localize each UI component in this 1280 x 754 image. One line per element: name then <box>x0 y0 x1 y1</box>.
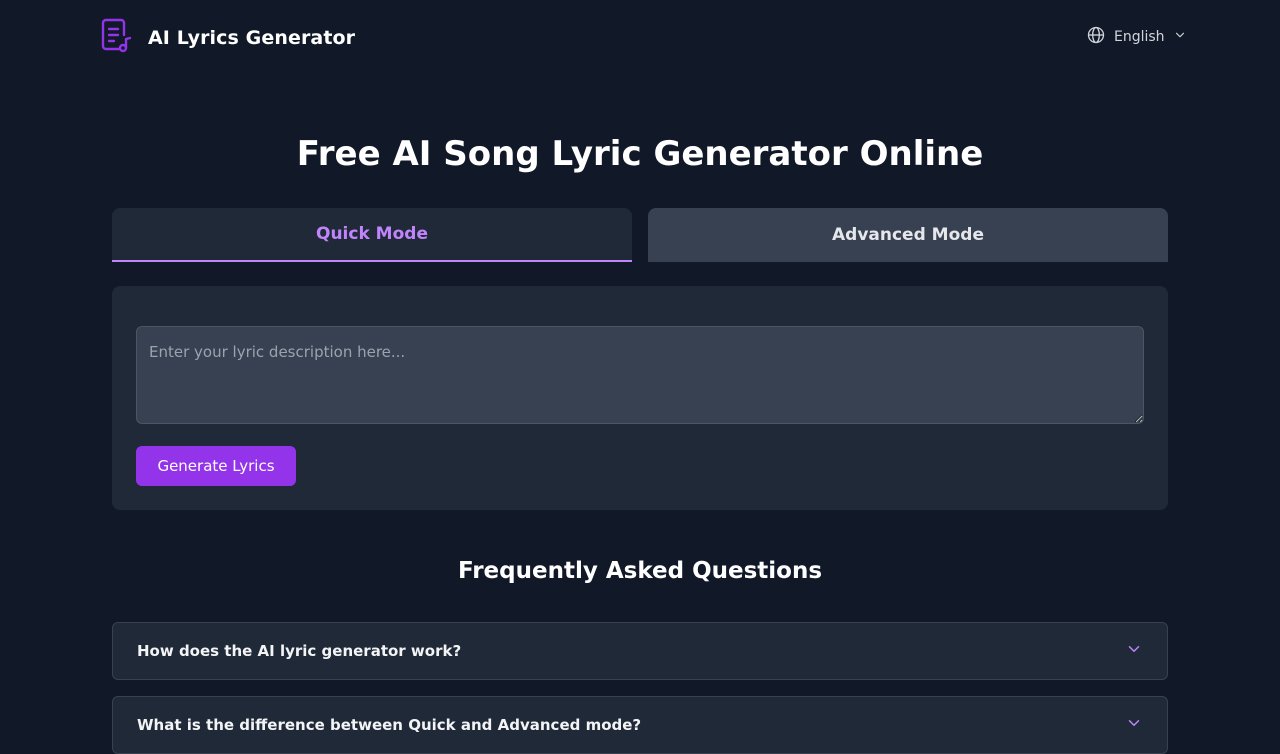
faq-item[interactable]: What is the difference between Quick and… <box>112 696 1168 754</box>
tab-advanced-mode[interactable]: Advanced Mode <box>648 208 1168 262</box>
lyric-description-input[interactable] <box>136 326 1144 424</box>
chevron-down-icon <box>1125 640 1143 662</box>
globe-icon <box>1086 25 1114 49</box>
app-title: AI Lyrics Generator <box>148 27 356 49</box>
language-label: English <box>1114 29 1165 45</box>
faq-item[interactable]: How does the AI lyric generator work? <box>112 622 1168 680</box>
generate-lyrics-button[interactable]: Generate Lyrics <box>136 446 296 486</box>
faq-title: Frequently Asked Questions <box>457 558 823 584</box>
faq-question: What is the difference between Quick and… <box>137 716 642 734</box>
faq-question: How does the AI lyric generator work? <box>137 642 462 660</box>
brand-logo-link[interactable]: AI Lyrics Generator <box>100 18 355 58</box>
chevron-down-icon <box>1125 714 1143 736</box>
quick-mode-panel: Generate Lyrics <box>112 286 1168 510</box>
tab-quick-mode[interactable]: Quick Mode <box>112 208 632 262</box>
lyrics-document-icon <box>100 18 132 58</box>
site-header: AI Lyrics Generator English <box>0 0 1280 72</box>
page-title: Free AI Song Lyric Generator Online <box>296 134 984 174</box>
chevron-down-icon <box>1165 28 1187 46</box>
language-selector[interactable]: English <box>1086 25 1187 49</box>
